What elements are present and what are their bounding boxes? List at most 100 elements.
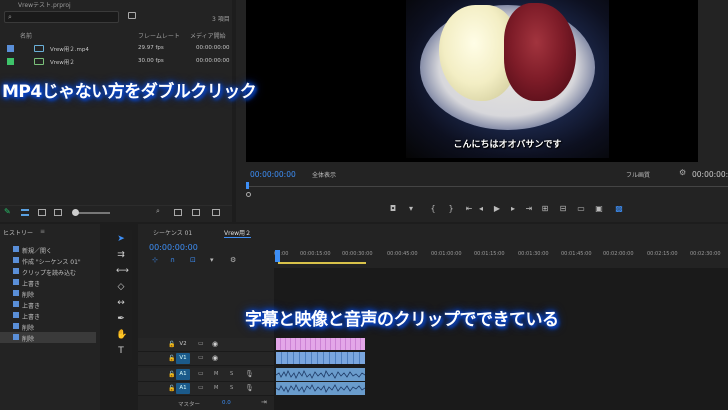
quality-select[interactable]: フル画質 xyxy=(626,170,650,179)
col-framerate[interactable]: フレームレート xyxy=(138,31,180,40)
new-bin-footer-icon[interactable] xyxy=(174,209,182,216)
pen-tool-icon[interactable]: ✒ xyxy=(116,314,126,324)
solo-toggle[interactable]: S xyxy=(230,371,233,377)
play-icon[interactable]: ▶ xyxy=(492,204,502,213)
extract-icon[interactable]: ⊟ xyxy=(558,204,568,213)
track-name[interactable]: A1 xyxy=(176,383,190,394)
track-name[interactable]: V1 xyxy=(176,353,190,364)
caption-clip[interactable] xyxy=(276,338,365,350)
lock-icon[interactable]: 🔓 xyxy=(168,355,175,362)
camera-icon[interactable]: ◘ xyxy=(388,204,398,213)
eye-icon[interactable]: ◉ xyxy=(212,354,218,362)
snap-icon[interactable]: ∩ xyxy=(170,256,175,264)
history-item[interactable]: 上書き xyxy=(0,299,96,310)
timeline-timecode[interactable]: 00:00:00:00 xyxy=(149,243,198,252)
project-item-mp4[interactable]: Vrew用２.mp4 29.97 fps 00:00:00:00 xyxy=(0,43,232,54)
go-to-out-icon[interactable]: ⇥ xyxy=(524,204,534,213)
mic-icon[interactable]: 🎙 xyxy=(245,384,254,392)
lock-icon[interactable]: 🔓 xyxy=(168,385,175,392)
history-item[interactable]: 上書き xyxy=(0,310,96,321)
slip-tool-icon[interactable]: ↔ xyxy=(116,298,126,308)
col-name[interactable]: 名前 xyxy=(20,31,32,40)
lock-icon[interactable]: 🔓 xyxy=(168,371,175,378)
sync-lock-icon[interactable]: ▭ xyxy=(198,370,204,377)
zoom-slider-track[interactable] xyxy=(74,212,110,214)
audio-clip[interactable] xyxy=(276,368,365,381)
new-item-icon[interactable] xyxy=(192,209,200,216)
timeline-playhead[interactable] xyxy=(275,250,280,262)
program-monitor: こんにちはオオバサンです 00:00:00:00 全体表示 フル画質 ⚙ 00:… xyxy=(236,0,728,222)
mic-icon[interactable]: 🎙 xyxy=(245,370,254,378)
history-item[interactable]: 新規／開く xyxy=(0,244,96,255)
settings-wrench-icon[interactable]: ⚙ xyxy=(679,168,686,177)
lock-icon[interactable]: 🔓 xyxy=(168,341,175,348)
track-name[interactable]: V2 xyxy=(176,339,190,350)
mark-out-bracket-icon[interactable]: } xyxy=(446,204,456,213)
timeline-settings-icon[interactable]: ⚙ xyxy=(230,256,236,264)
video-canvas: こんにちはオオバサンです xyxy=(246,0,698,162)
comparison-view-icon[interactable]: ▭ xyxy=(576,204,586,213)
go-to-in-icon[interactable]: ⇤ xyxy=(464,204,474,213)
scrub-bar[interactable] xyxy=(246,186,728,187)
step-forward-icon[interactable]: ▸ xyxy=(508,204,518,213)
mute-toggle[interactable]: M xyxy=(214,371,218,377)
track-name[interactable]: A1 xyxy=(176,369,190,380)
safe-margins-icon[interactable]: ▣ xyxy=(594,204,604,213)
ripple-edit-tool-icon[interactable]: ⟷ xyxy=(116,266,129,276)
linked-selection-icon[interactable]: ⊡ xyxy=(190,256,196,264)
mark-in-icon[interactable]: ▾ xyxy=(406,204,416,213)
mark-in-bracket-icon[interactable]: { xyxy=(428,204,438,213)
history-item[interactable]: 作成 "シーケンス 01" xyxy=(0,255,96,266)
trash-icon[interactable] xyxy=(212,209,220,216)
tab-sequence-01[interactable]: シーケンス 01 xyxy=(153,228,192,237)
razor-tool-icon[interactable]: ◇ xyxy=(116,282,126,292)
project-search-input[interactable]: ⌕ xyxy=(4,11,119,23)
monitor-playhead[interactable] xyxy=(246,182,249,189)
col-media-start[interactable]: メディア開始 xyxy=(190,31,226,40)
scrub-knob[interactable] xyxy=(246,192,251,197)
step-back-icon[interactable]: ◂ xyxy=(476,204,486,213)
pencil-icon[interactable]: ✎ xyxy=(4,207,12,216)
project-item-sequence[interactable]: Vrew用２ 30.00 fps 00:00:00:00 xyxy=(0,56,232,67)
button-editor-icon[interactable]: ▩ xyxy=(614,204,624,213)
playhead-timecode[interactable]: 00:00:00:00 xyxy=(250,170,296,179)
zoom-slider-knob[interactable] xyxy=(72,209,79,216)
audio-clip[interactable] xyxy=(276,382,365,395)
fit-select[interactable]: 全体表示 xyxy=(312,170,336,179)
solo-toggle[interactable]: S xyxy=(230,385,233,391)
work-area-bar[interactable] xyxy=(278,262,366,264)
panel-menu-icon[interactable]: ≡ xyxy=(40,228,45,235)
track-header-a1-second: 🔓 A1 ▭ M S 🎙 xyxy=(138,382,274,396)
track-header-v1: 🔓 V1 ▭ ◉ xyxy=(138,352,274,366)
sync-lock-icon[interactable]: ▭ xyxy=(198,354,204,361)
waveform-icon xyxy=(276,384,365,393)
video-clip[interactable] xyxy=(276,352,365,364)
go-to-end-icon[interactable]: ⇥ xyxy=(261,398,267,406)
ruler-label: 00:01:30:00 xyxy=(518,251,549,257)
track-select-tool-icon[interactable]: ⇉ xyxy=(116,250,126,260)
list-view-icon[interactable] xyxy=(21,209,29,216)
track-header-v2: 🔓 V2 ▭ ◉ xyxy=(138,338,274,352)
lift-icon[interactable]: ⊞ xyxy=(540,204,550,213)
history-item[interactable]: 削除 xyxy=(0,321,96,332)
tab-vrew-sequence[interactable]: Vrew用２ xyxy=(224,228,252,238)
type-tool-icon[interactable]: T xyxy=(116,346,126,356)
mute-toggle[interactable]: M xyxy=(214,385,218,391)
history-item[interactable]: クリップを読み込む xyxy=(0,266,96,277)
master-volume[interactable]: 0.0 xyxy=(222,400,231,406)
selection-tool-icon[interactable]: ➤ xyxy=(116,234,126,244)
sync-lock-icon[interactable]: ▭ xyxy=(198,384,204,391)
history-item[interactable]: 削除 xyxy=(0,288,96,299)
sync-lock-icon[interactable]: ▭ xyxy=(198,340,204,347)
history-item[interactable]: 上書き xyxy=(0,277,96,288)
icon-view-icon[interactable] xyxy=(38,209,46,216)
time-ruler[interactable]: 00:00 00:00:15:00 00:00:30:00 00:00:45:0… xyxy=(274,244,728,262)
find-icon[interactable]: ⌕ xyxy=(156,207,164,215)
eye-icon[interactable]: ◉ xyxy=(212,340,218,348)
nest-icon[interactable]: ⊹ xyxy=(152,256,158,264)
new-bin-icon[interactable] xyxy=(128,12,136,19)
freeform-view-icon[interactable] xyxy=(54,209,62,216)
add-marker-icon[interactable]: ▾ xyxy=(210,256,214,264)
history-item-current[interactable]: 削除 xyxy=(0,332,96,343)
hand-tool-icon[interactable]: ✋ xyxy=(116,330,127,340)
